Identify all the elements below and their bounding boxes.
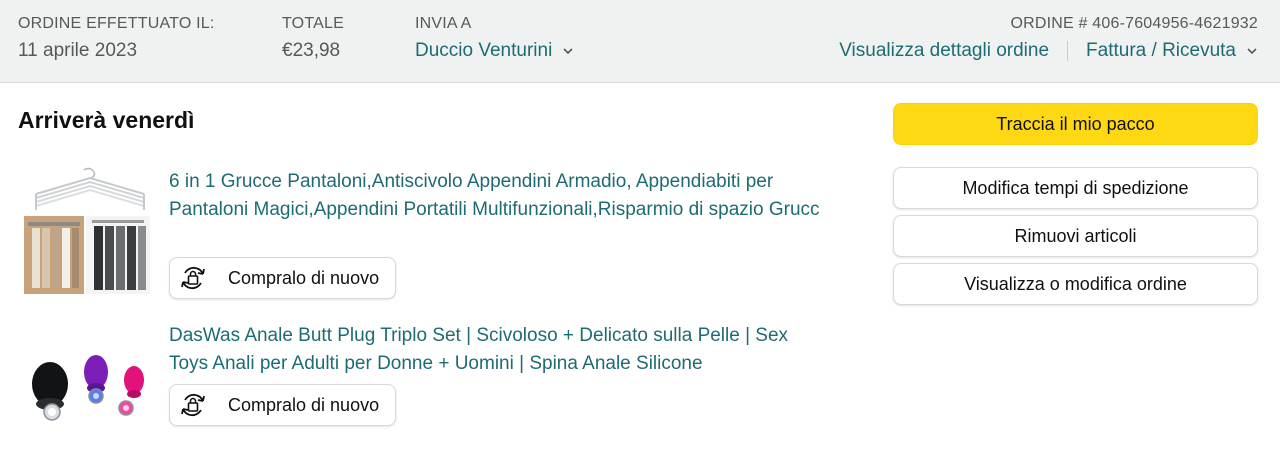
view-order-details-link[interactable]: Visualizza dettagli ordine [839, 39, 1049, 63]
ship-to-dropdown[interactable]: Duccio Venturini [415, 39, 574, 63]
view-edit-order-button[interactable]: Visualizza o modifica ordine [893, 263, 1258, 305]
order-total: €23,98 [282, 40, 341, 61]
buy-again-button[interactable]: Compralo di nuovo [169, 384, 397, 426]
order-date-block: ORDINE EFFETTUATO IL: 11 aprile 2023 [18, 14, 215, 63]
chevron-down-icon [562, 45, 574, 57]
order-number: ORDINE # 406-7604956-4621932 [1010, 15, 1258, 32]
buy-again-label: Compralo di nuovo [228, 394, 380, 415]
product-title-link[interactable]: 6 in 1 Grucce Pantaloni,Antiscivolo Appe… [169, 168, 829, 223]
remove-items-button[interactable]: Rimuovi articoli [893, 215, 1258, 257]
chevron-down-icon [1246, 45, 1258, 57]
reorder-icon [176, 388, 210, 422]
buy-again-label: Compralo di nuovo [228, 267, 380, 288]
ship-to-name: Duccio Venturini [415, 40, 553, 61]
order-actions: Traccia il mio pacco Modifica tempi di s… [893, 103, 1258, 305]
order-item: 6 in 1 Grucce Pantaloni,Antiscivolo Appe… [18, 166, 838, 306]
product-title-link[interactable]: DasWas Anale Butt Plug Triplo Set | Sciv… [169, 322, 829, 377]
divider [1067, 41, 1069, 61]
invoice-link-label: Fattura / Ricevuta [1086, 40, 1236, 61]
invoice-dropdown[interactable]: Fattura / Ricevuta [1086, 39, 1258, 63]
order-header: ORDINE EFFETTUATO IL: 11 aprile 2023 TOT… [0, 0, 1280, 83]
three-piece-product-image[interactable] [22, 352, 152, 432]
delivery-status-heading: Arriverà venerdì [18, 107, 195, 133]
order-item: DasWas Anale Butt Plug Triplo Set | Sciv… [18, 322, 838, 432]
buy-again-button[interactable]: Compralo di nuovo [169, 257, 397, 299]
reorder-icon [176, 261, 210, 295]
order-date: 11 aprile 2023 [18, 40, 138, 61]
order-number-block: ORDINE # 406-7604956-4621932 Visualizza … [839, 14, 1258, 63]
ship-to-block: INVIA A Duccio Venturini [415, 14, 574, 63]
ship-to-label: INVIA A [415, 15, 472, 32]
pants-hanger-product-image[interactable] [22, 166, 152, 294]
track-package-button[interactable]: Traccia il mio pacco [893, 103, 1258, 145]
order-placed-label: ORDINE EFFETTUATO IL: [18, 15, 215, 32]
change-delivery-button[interactable]: Modifica tempi di spedizione [893, 167, 1258, 209]
total-label: TOTALE [282, 15, 344, 32]
order-links: Visualizza dettagli ordine Fattura / Ric… [839, 39, 1258, 63]
order-total-block: TOTALE €23,98 [282, 14, 344, 63]
